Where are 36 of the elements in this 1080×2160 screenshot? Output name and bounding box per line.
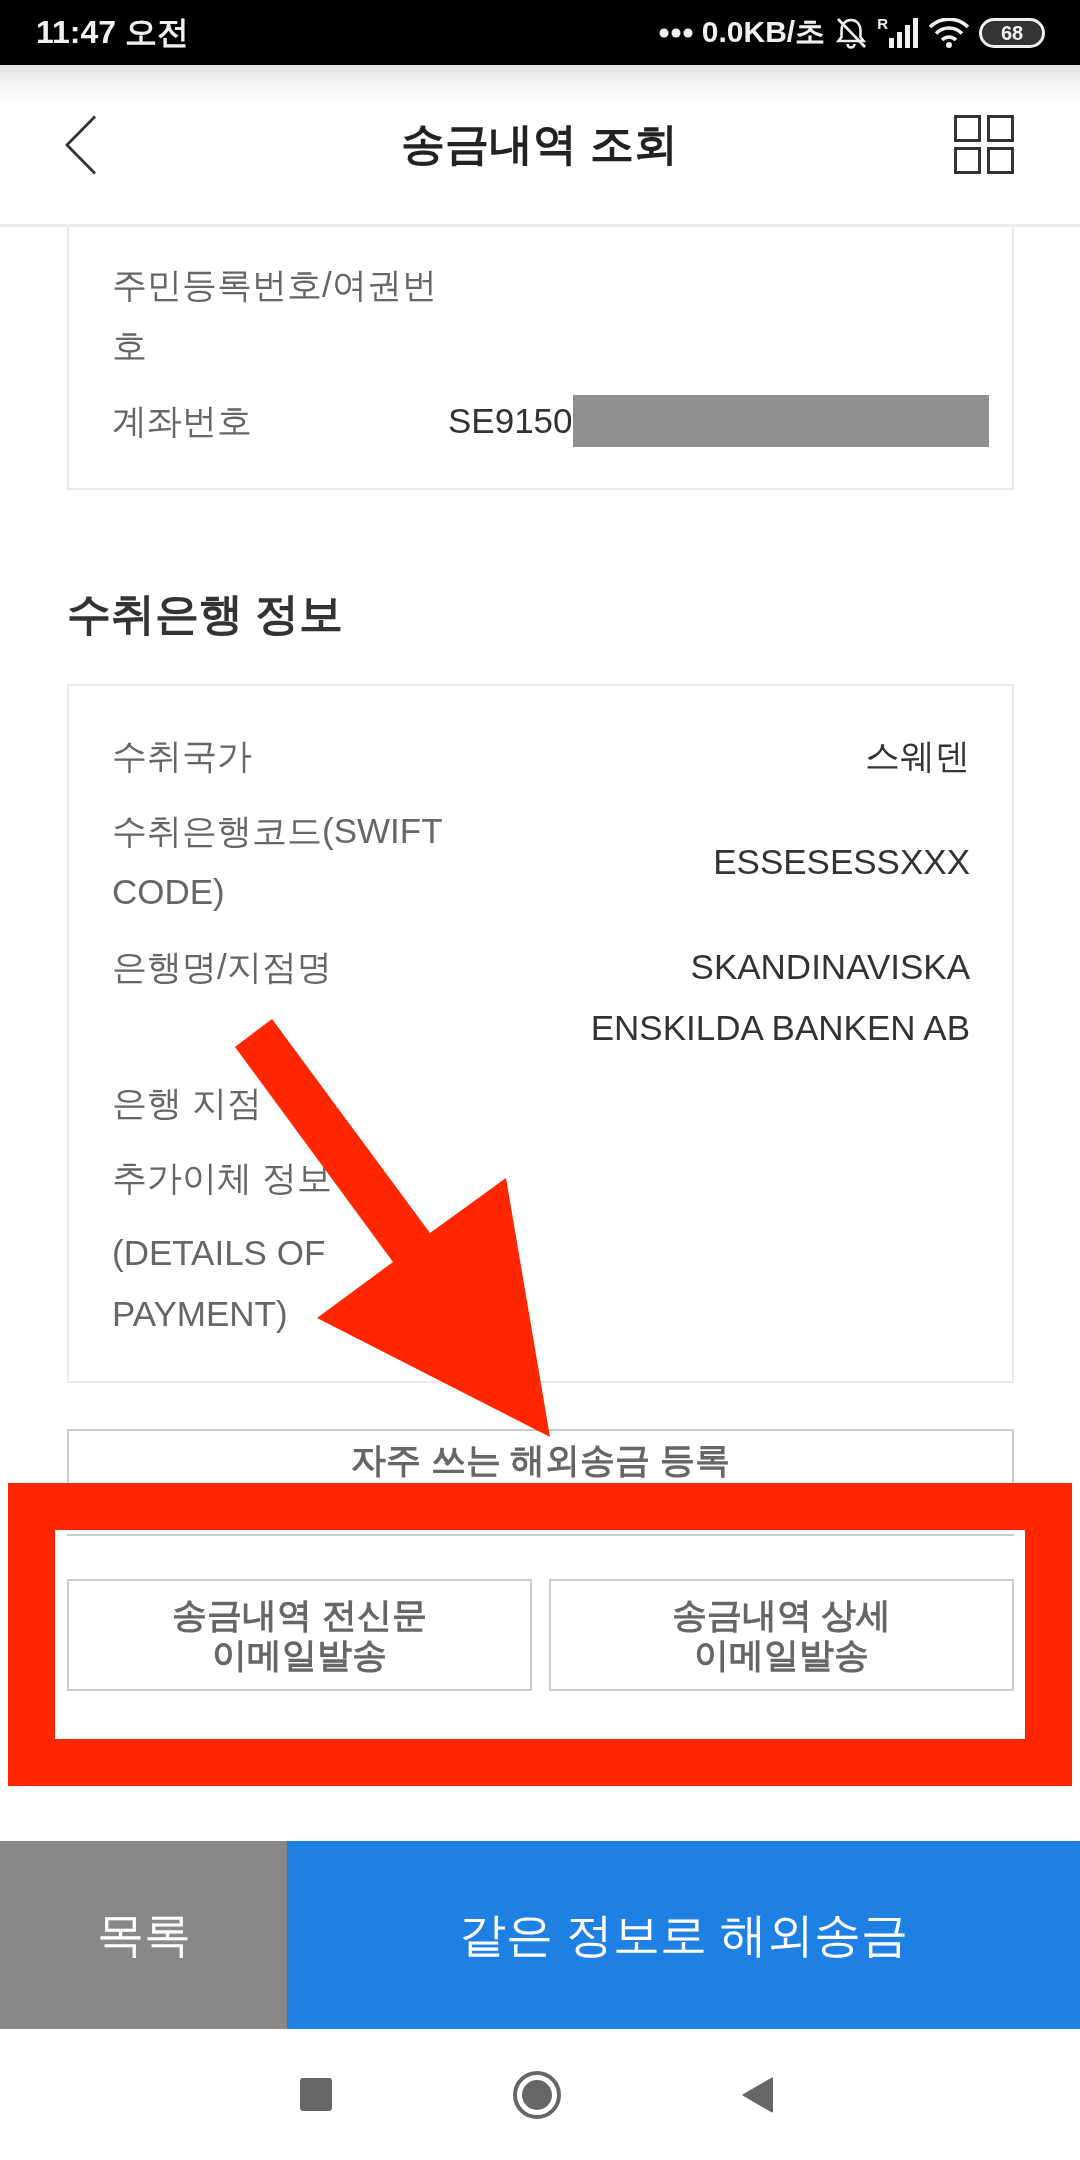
register-button[interactable]: 자주 쓰는 해외송금 등록 — [67, 1429, 1014, 1484]
triangle-icon — [742, 2076, 774, 2113]
home-button[interactable] — [513, 2070, 561, 2119]
field-label: 추가이체 정보 — [112, 1157, 332, 1199]
field-label: 은행 지점 — [112, 1082, 262, 1124]
email-button[interactable]: 송금내역 전신문 이메일발송 — [67, 1579, 532, 1691]
list-button[interactable]: 목록 — [0, 1841, 287, 2029]
menu-button[interactable] — [954, 115, 1014, 174]
field-label: 수취은행코드(SWIFT CODE) — [112, 810, 443, 913]
grid-icon — [954, 115, 1014, 174]
back-nav-button[interactable] — [742, 2076, 774, 2113]
field-label: 계좌번호 — [112, 400, 252, 442]
field-value: ESSESESSXXX — [713, 840, 970, 883]
field-value: 스웨덴 — [865, 735, 970, 777]
status-time: 11:47 오전 — [36, 12, 189, 52]
remit-button[interactable]: 같은 정보로 해외송금 — [287, 1841, 1080, 2029]
back-button[interactable] — [65, 114, 97, 175]
field-value: SKANDINAVISKA ENSKILDA BANKEN AB — [589, 946, 970, 1049]
wifi-icon — [928, 17, 970, 48]
field-label: (DETAILS OF PAYMENT) — [112, 1232, 327, 1335]
battery-indicator: 68 — [979, 17, 1045, 48]
circle-icon — [513, 2070, 561, 2119]
chevron-left-icon — [65, 114, 97, 175]
square-icon — [300, 2078, 332, 2111]
dots-icon — [658, 27, 693, 38]
field-value: SE9150 — [448, 400, 573, 442]
signal-icon — [889, 17, 919, 48]
roaming-label: R — [877, 15, 888, 31]
bell-off-icon — [834, 16, 869, 49]
field-label: 은행명/지점명 — [112, 946, 332, 988]
network-speed: 0.0KB/초 — [701, 14, 826, 50]
section-heading: 수취은행 정보 — [67, 588, 344, 640]
email-button[interactable]: 송금내역 상세 이메일발송 — [549, 1579, 1014, 1691]
page-title: 송금내역 조회 — [401, 118, 678, 170]
field-label: 주민등록번호/여권번호 — [112, 264, 438, 367]
field-label: 수취국가 — [112, 735, 252, 777]
